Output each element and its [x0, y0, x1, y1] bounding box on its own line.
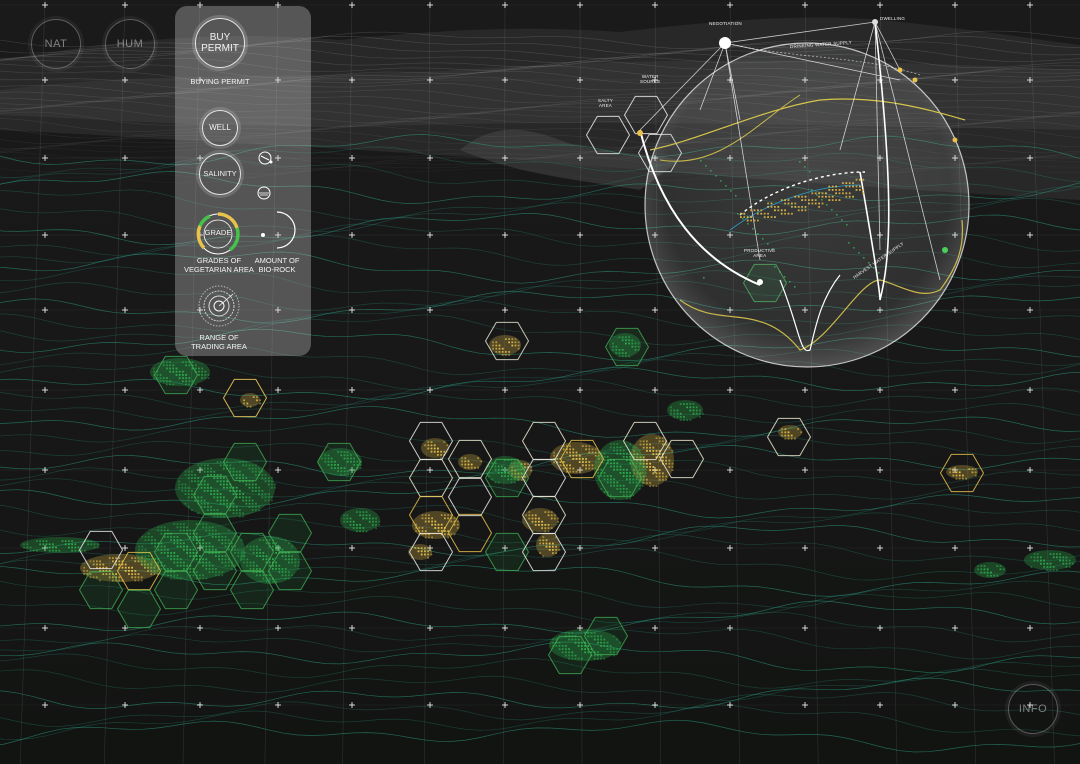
buy-permit-label: BUY PERMIT: [201, 31, 239, 55]
terrain-map[interactable]: [0, 0, 1080, 764]
negotiation-node[interactable]: [719, 37, 731, 49]
trading-range-radar-icon[interactable]: [195, 282, 243, 330]
grade-label: GRADE: [204, 228, 232, 237]
map-stage: NEGOTIATION DWELLING WATER SOURCE SALTY …: [0, 0, 1080, 764]
well-button[interactable]: WELL: [202, 110, 238, 146]
hum-button[interactable]: HUM: [105, 19, 155, 69]
buying-permit-caption: BUYING PERMIT: [190, 77, 250, 86]
salinity-button[interactable]: SALINITY: [199, 153, 241, 195]
control-panel: BUY PERMIT BUYING PERMIT WELL SALINITY G…: [175, 6, 311, 356]
well-label: WELL: [209, 123, 231, 133]
salty-area-label: SALTY AREA: [598, 98, 613, 108]
productive-area-label: PRODUCTIVE AREA: [744, 248, 776, 258]
trading-caption: RANGE OF TRADING AREA: [191, 333, 247, 351]
info-button[interactable]: INFO: [1008, 684, 1058, 734]
water-level-icon[interactable]: [255, 184, 273, 202]
nat-button[interactable]: NAT: [31, 19, 81, 69]
buy-permit-button[interactable]: BUY PERMIT: [195, 18, 245, 68]
bio-rock-caption: AMOUNT OF BIO-ROCK: [254, 256, 300, 274]
negotiation-label: NEGOTIATION: [709, 21, 742, 26]
bio-rock-dial-icon[interactable]: [257, 210, 297, 250]
grades-caption: GRADES OF VEGETARIAN AREA: [184, 256, 254, 274]
info-label: INFO: [1018, 703, 1048, 715]
salinity-label: SALINITY: [203, 168, 237, 178]
water-source-label: WATER SOURCE: [640, 74, 661, 84]
hum-label: HUM: [116, 38, 144, 50]
nat-label: NAT: [44, 38, 68, 50]
salinity-meter-icon[interactable]: [255, 148, 275, 168]
dwelling-node[interactable]: [872, 19, 878, 25]
dwelling-label: DWELLING: [880, 16, 906, 21]
